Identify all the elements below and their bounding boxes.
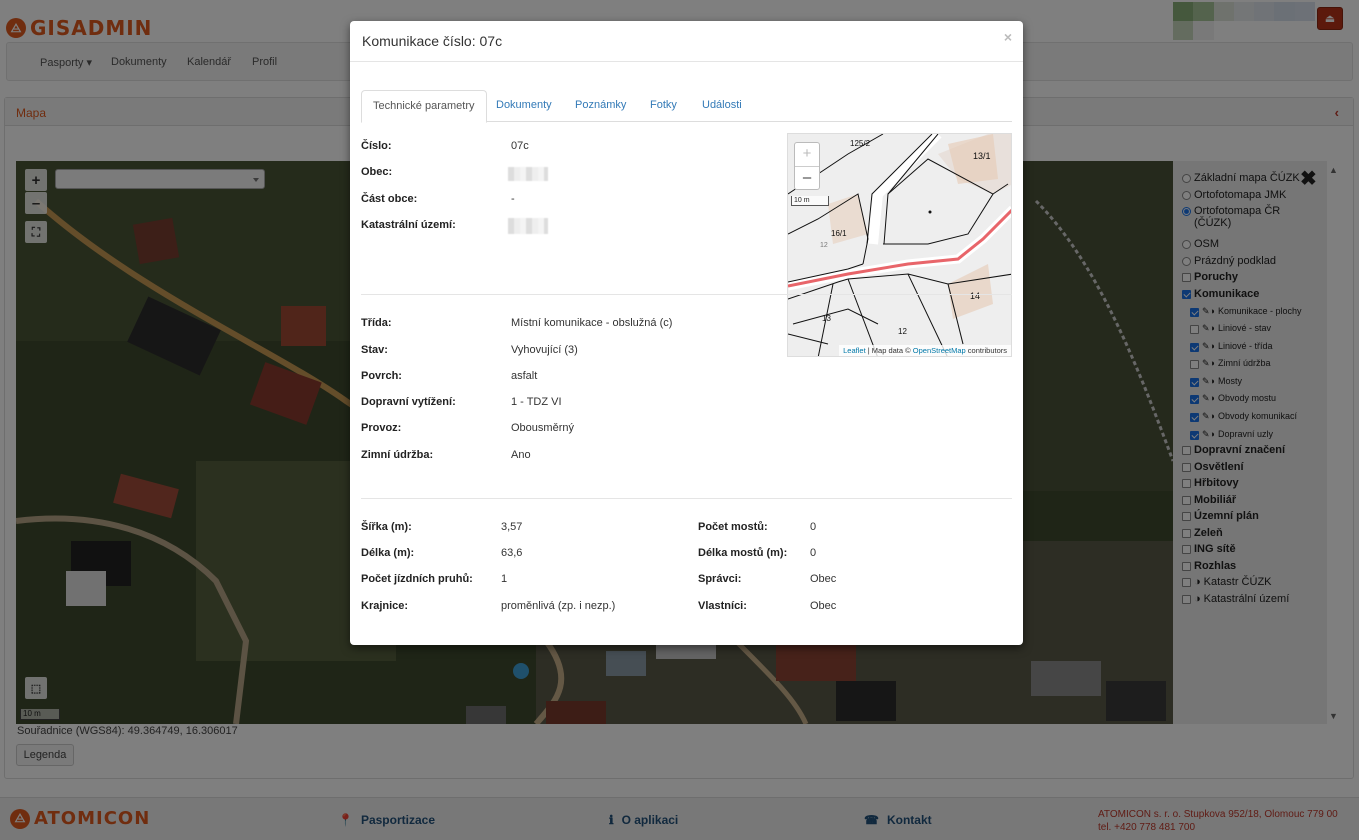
komunikace-detail-modal: Komunikace číslo: 07c × Technické parame… xyxy=(350,21,1023,645)
katastralni-uzemi-value-redacted xyxy=(508,218,548,234)
provoz-value: Obousměrný xyxy=(511,422,574,434)
dopravni-vytizeni-label: Dopravní vytížení: xyxy=(361,396,456,408)
povrch-value: asfalt xyxy=(511,370,538,382)
stav-label: Stav: xyxy=(361,344,388,356)
katastralni-uzemi-label: Katastrální území: xyxy=(361,219,456,231)
tab-technicke-parametry[interactable]: Technické parametry xyxy=(361,90,487,123)
pocet-pruhu-value: 1 xyxy=(501,573,508,585)
parcel-label: 12 xyxy=(820,242,828,249)
tab-poznamky[interactable]: Poznámky xyxy=(564,90,637,122)
modal-title: Komunikace číslo: 07c xyxy=(362,33,503,49)
close-icon[interactable]: × xyxy=(1004,29,1012,45)
zimni-udrzba-label: Zimní údržba: xyxy=(361,449,434,461)
parcel-label: 12 xyxy=(898,327,907,336)
minimap-zoom-out-button[interactable]: – xyxy=(795,167,819,191)
cast-obce-value: - xyxy=(511,193,515,205)
leaflet-link[interactable]: Leaflet xyxy=(843,346,866,355)
pocet-mostu-value: 0 xyxy=(810,521,817,533)
parcel-label: 13/1 xyxy=(973,151,991,161)
modal-header: Komunikace číslo: 07c × xyxy=(350,21,1023,62)
osm-link[interactable]: OpenStreetMap xyxy=(913,346,966,355)
stav-value: Vyhovující (3) xyxy=(511,344,578,356)
spravci-label: Správci: xyxy=(698,573,742,585)
parcel-label: 13 xyxy=(822,314,831,323)
sirka-label: Šířka (m): xyxy=(361,521,412,533)
krajnice-label: Krajnice: xyxy=(361,600,409,612)
minimap-attribution: Leaflet | Map data © OpenStreetMap contr… xyxy=(839,345,1011,356)
spravci-value: Obec xyxy=(810,573,837,585)
parcel-label: 14 xyxy=(970,291,981,301)
tab-fotky[interactable]: Fotky xyxy=(639,90,688,122)
section-divider xyxy=(361,294,1012,295)
trida-value: Místní komunikace - obslužná (c) xyxy=(511,317,673,329)
parcel-label: 16/1 xyxy=(831,229,847,238)
tab-dokumenty[interactable]: Dokumenty xyxy=(485,90,563,122)
obec-value-redacted xyxy=(508,167,548,181)
delka-label: Délka (m): xyxy=(361,547,415,559)
delka-value: 63,6 xyxy=(501,547,523,559)
cislo-value: 07c xyxy=(511,140,529,152)
provoz-label: Provoz: xyxy=(361,422,402,434)
trida-label: Třída: xyxy=(361,317,392,329)
minimap-zoom-control: + – xyxy=(794,142,820,190)
delka-mostu-value: 0 xyxy=(810,547,817,559)
komunikace-minimap[interactable]: 125/2 13/1 16/1 12 14 13 12 + – 10 m Lea… xyxy=(787,133,1012,357)
zimni-udrzba-value: Ano xyxy=(511,449,531,461)
krajnice-value: proměnlivá (zp. i nezp.) xyxy=(501,600,616,612)
vlastnici-value: Obec xyxy=(810,600,837,612)
detail-tabs: Technické parametry Dokumenty Poznámky F… xyxy=(361,90,1012,123)
cislo-label: Číslo: xyxy=(361,140,392,152)
minimap-scale: 10 m xyxy=(791,196,829,206)
vlastnici-label: Vlastníci: xyxy=(698,600,747,612)
delka-mostu-label: Délka mostů (m): xyxy=(698,547,788,559)
pocet-pruhu-label: Počet jízdních pruhů: xyxy=(361,573,473,585)
parcel-label: 125/2 xyxy=(850,139,871,148)
section-divider xyxy=(361,498,1012,499)
sirka-value: 3,57 xyxy=(501,521,523,533)
minimap-zoom-in-button[interactable]: + xyxy=(795,143,819,167)
dopravni-vytizeni-value: 1 - TDZ VI xyxy=(511,396,562,408)
pocet-mostu-label: Počet mostů: xyxy=(698,521,768,533)
tab-udalosti[interactable]: Události xyxy=(691,90,753,122)
cast-obce-label: Část obce: xyxy=(361,193,418,205)
povrch-label: Povrch: xyxy=(361,370,402,382)
obec-label: Obec: xyxy=(361,166,393,178)
